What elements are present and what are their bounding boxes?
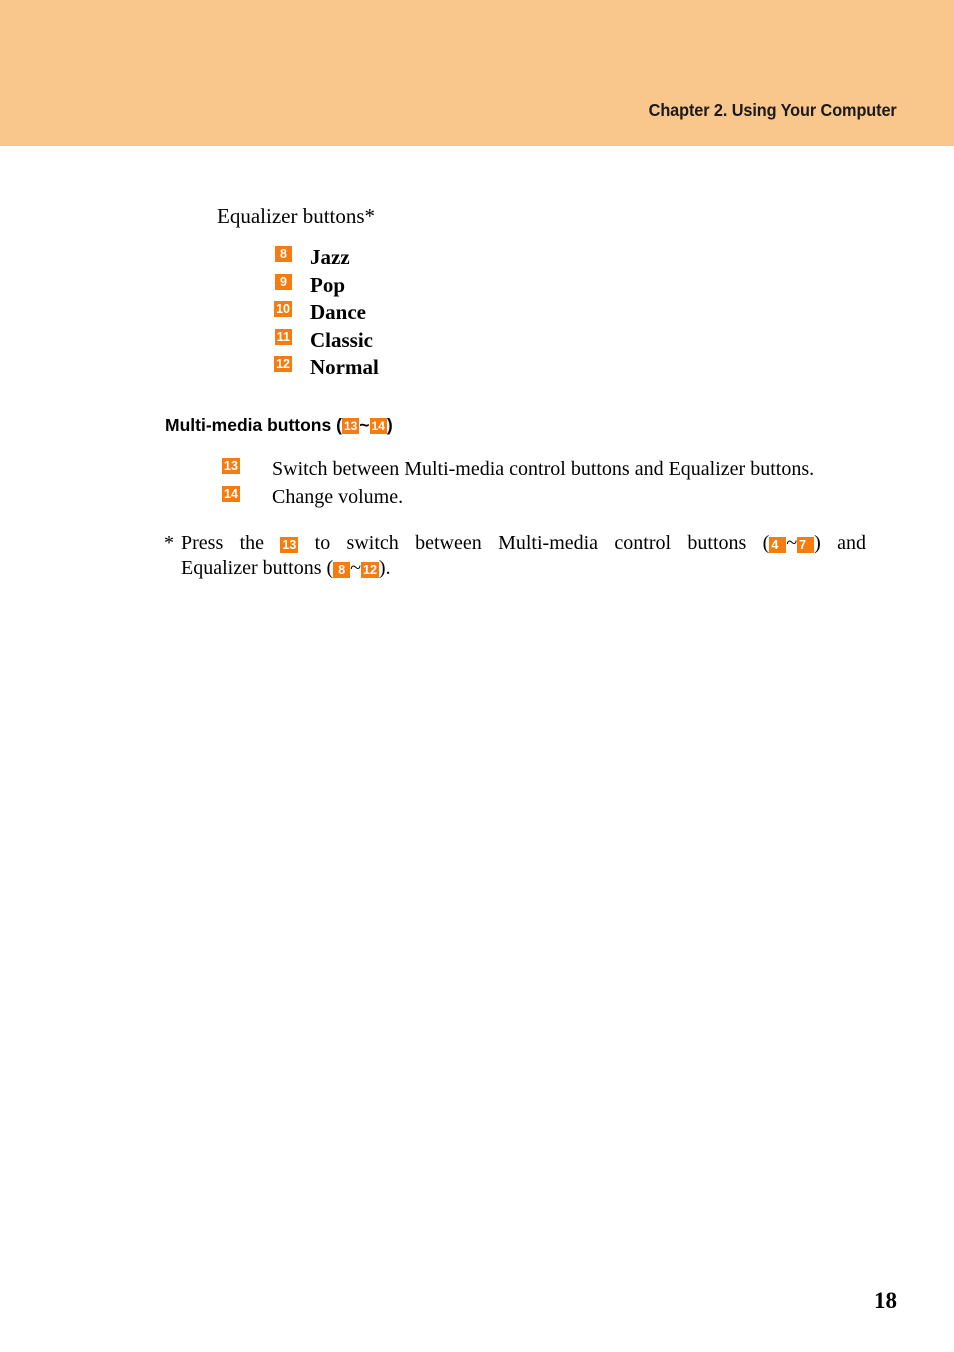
multimedia-list: 13 Switch between Multi-media control bu… (0, 458, 954, 513)
footnote-text-part2: to switch between Multi-media control bu… (314, 532, 770, 554)
list-item: 9 Pop (0, 272, 954, 302)
callout-badge: 14 (222, 485, 240, 502)
callout-badge: 12 (361, 562, 379, 578)
callout-badge: 11 (274, 328, 292, 345)
footnote-text-part1: Press the (181, 532, 265, 554)
callout-badge: 8 (275, 246, 292, 262)
footnote-text-part5: ). (378, 557, 391, 579)
callout-badge: 4 (769, 537, 787, 553)
badge-cell: 13 (222, 458, 246, 476)
footnote: * Press the 13 to switch between Multi-m… (164, 531, 866, 581)
list-item-description: Change volume. (272, 485, 404, 508)
badge-cell: 8 (256, 246, 292, 264)
footnote-text-part4: Equalizer buttons ( (181, 557, 334, 579)
badge-cell: 11 (256, 328, 292, 347)
list-item: 10 Dance (0, 301, 954, 329)
chapter-title: Chapter 2. Using Your Computer (648, 100, 897, 120)
heading-suffix: ) (386, 415, 393, 435)
callout-badge: 10 (274, 301, 292, 318)
list-item-label: Pop (310, 272, 346, 297)
heading-prefix: Multi-media buttons ( (165, 415, 342, 435)
page-number: 18 (874, 1288, 897, 1313)
badge-cell: 9 (256, 273, 292, 292)
list-item: 8 Jazz (0, 246, 954, 274)
callout-badge: 9 (275, 273, 292, 290)
callout-badge: 8 (333, 562, 351, 578)
list-item-label: Classic (310, 327, 373, 352)
list-item: 14 Change volume. (0, 485, 954, 514)
multimedia-buttons-heading: Multi-media buttons (13 ~14) (165, 415, 393, 435)
footnote-marker: * (164, 532, 174, 554)
list-item-label: Normal (310, 355, 379, 380)
footnote-line-1: Press the 13 to switch between Multi-med… (181, 531, 866, 556)
badge-cell: 10 (256, 301, 292, 319)
footnote-body: Press the 13 to switch between Multi-med… (181, 531, 866, 581)
callout-badge: 13 (341, 418, 360, 434)
list-item-description: Switch between Multi-media control butto… (272, 458, 815, 480)
equalizer-list: 8 Jazz 9 Pop 10 Dance 11 Classic 12 Norm… (0, 246, 954, 384)
callout-badge: 14 (369, 418, 387, 434)
list-item-label: Dance (310, 300, 366, 325)
list-item-label: Jazz (310, 245, 350, 269)
badge-cell: 14 (222, 485, 246, 504)
list-item: 11 Classic (0, 327, 954, 357)
footnote-line-2: Equalizer buttons (8 ~12). (181, 556, 866, 581)
badge-cell: 12 (256, 356, 292, 374)
footnote-text-part3: ) and (814, 532, 867, 554)
callout-badge: 12 (274, 356, 292, 373)
list-item: 12 Normal (0, 356, 954, 384)
page-header-band: Chapter 2. Using Your Computer (0, 0, 954, 146)
equalizer-buttons-label: Equalizer buttons* (217, 204, 376, 228)
callout-badge: 13 (280, 537, 299, 553)
footnote-separator-1: ~ (786, 532, 798, 554)
callout-badge: 7 (797, 537, 815, 553)
footnote-separator-2: ~ (350, 557, 362, 579)
callout-badge: 13 (222, 458, 240, 474)
heading-separator: ~ (359, 415, 370, 435)
list-item: 13 Switch between Multi-media control bu… (0, 458, 954, 486)
